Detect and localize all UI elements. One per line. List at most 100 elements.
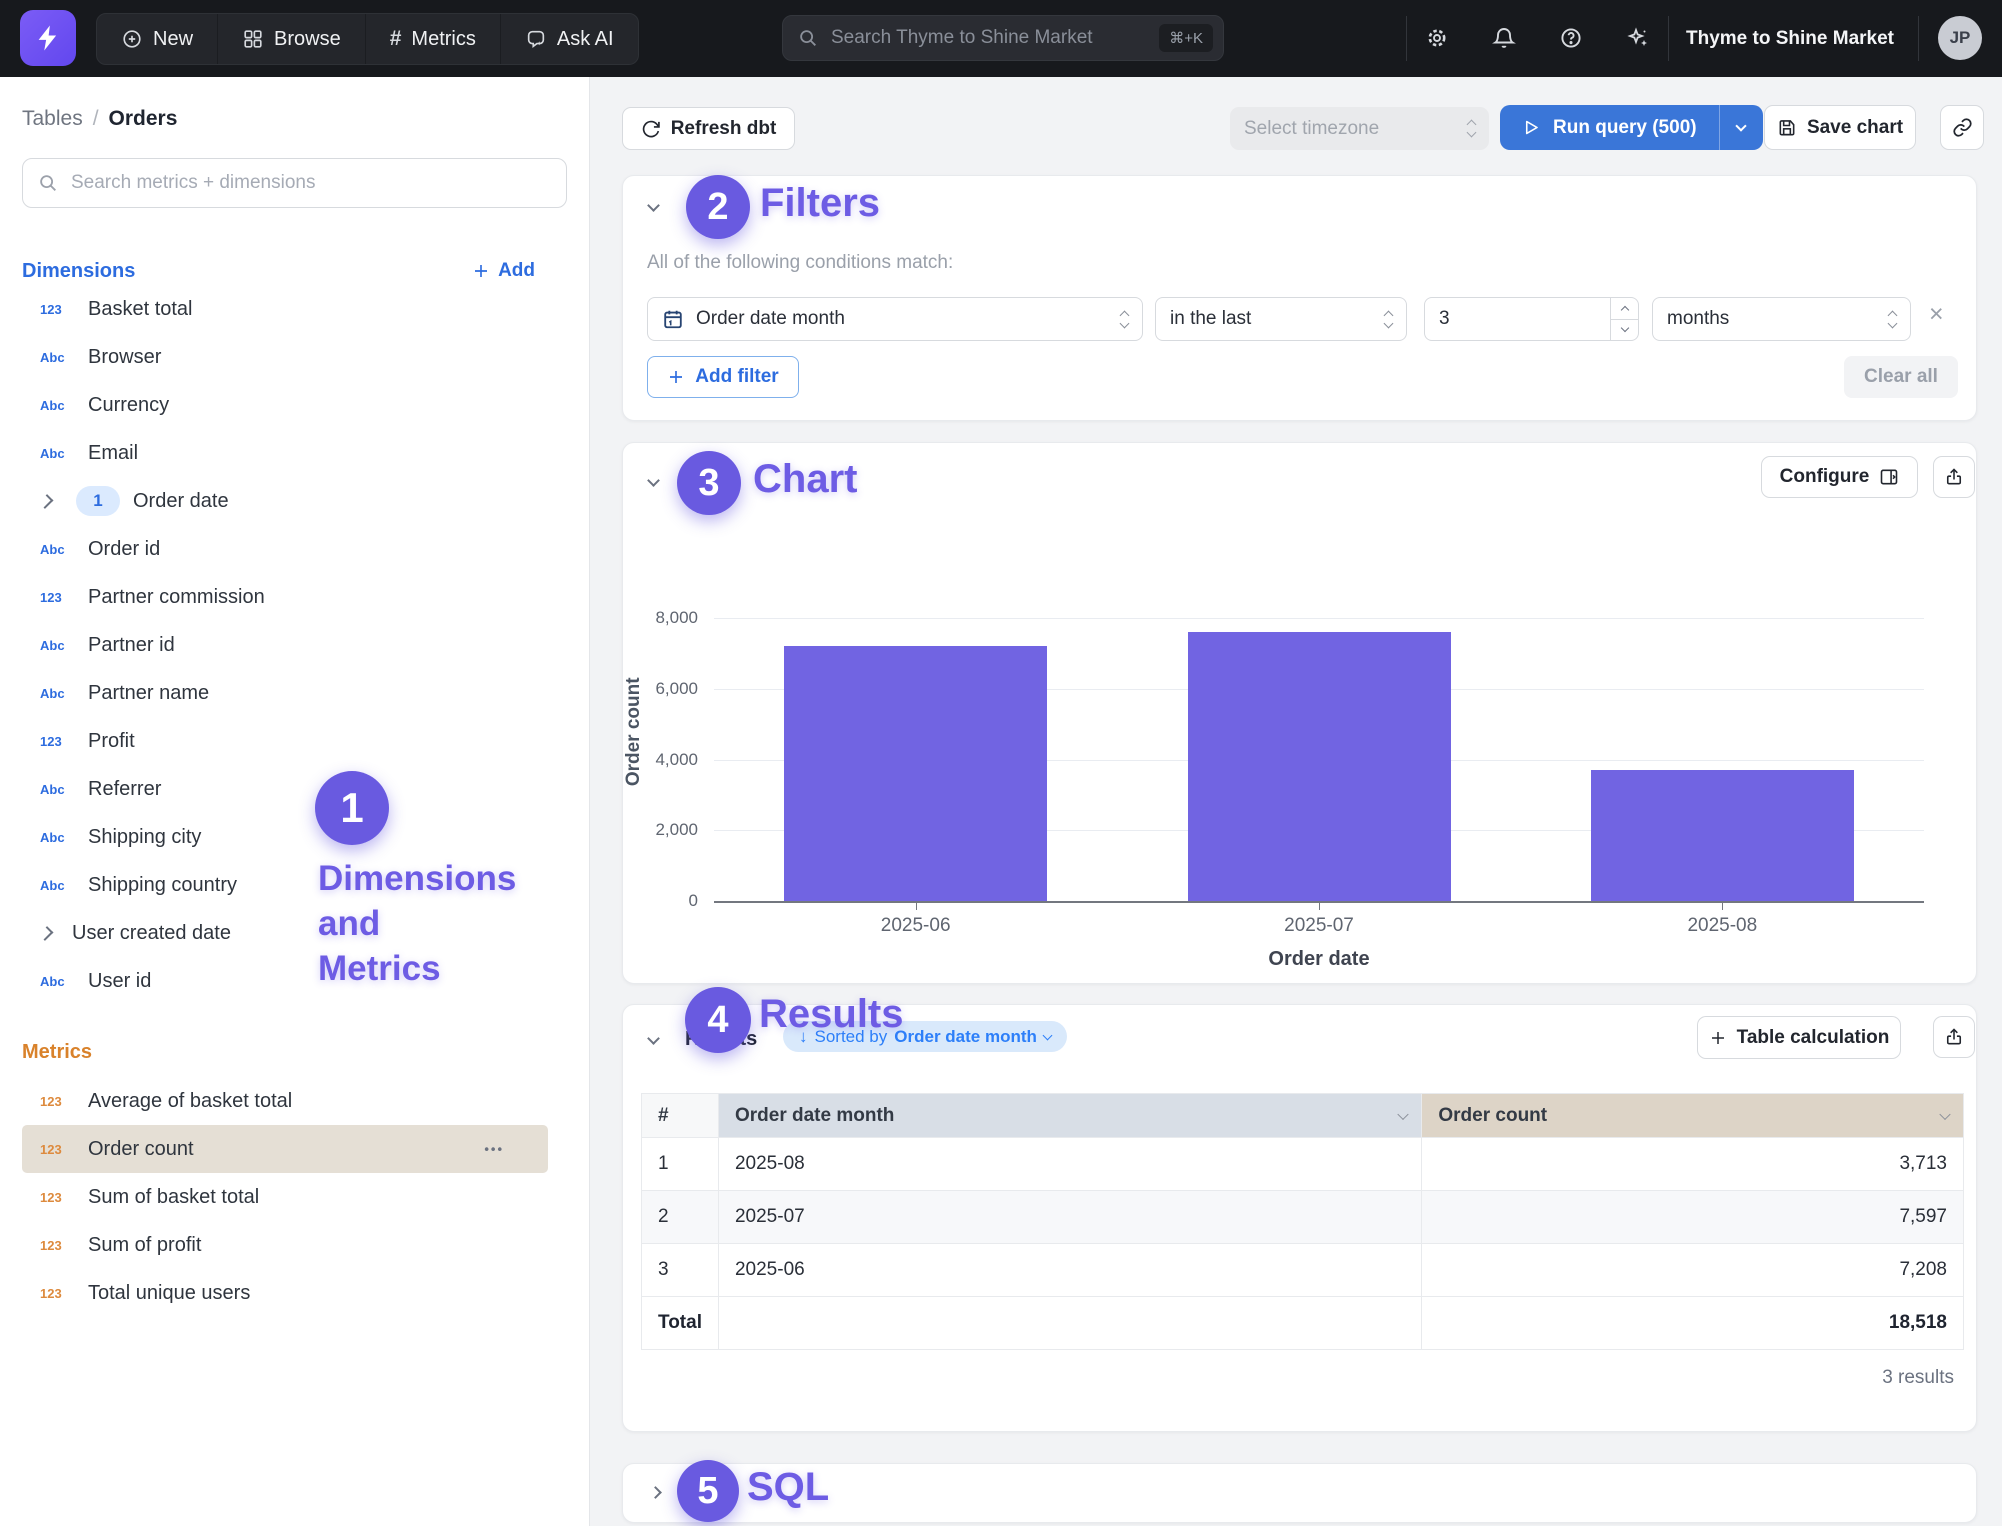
annotation-label-3: Chart [753, 457, 857, 502]
sidebar-item-partner-id[interactable]: Abc Partner id [22, 621, 567, 669]
chevron-right-icon[interactable] [39, 494, 54, 509]
breadcrumb-separator: / [93, 107, 99, 131]
help-icon[interactable] [1550, 17, 1592, 59]
results-table: # Order date month Order count 1 2025-08… [641, 1093, 1964, 1350]
annotation-label-2: Filters [760, 181, 880, 226]
string-type-icon: Abc [40, 350, 74, 365]
export-chart-button[interactable] [1933, 456, 1975, 498]
x-tick-label: 2025-08 [1662, 915, 1782, 937]
field-menu-dots-icon[interactable]: ••• [484, 1142, 504, 1157]
bar-2025-06[interactable] [784, 646, 1047, 901]
collapse-chevron-icon[interactable] [647, 199, 660, 212]
notifications-bell-icon[interactable] [1483, 17, 1525, 59]
ask-ai-label: Ask AI [557, 28, 614, 51]
sidebar-item-average-of-basket-total[interactable]: 123 Average of basket total [22, 1077, 567, 1125]
app-window: New Browse # Metrics Ask AI [0, 0, 2002, 1526]
annotation-circle-2: 2 [686, 175, 750, 239]
number-type-icon: 123 [40, 1286, 74, 1301]
number-type-icon: 123 [40, 1190, 74, 1205]
sidebar-item-order-count[interactable]: 123 Order count ••• [22, 1125, 548, 1173]
save-floppy-icon [1777, 118, 1797, 138]
export-results-button[interactable] [1933, 1016, 1975, 1058]
refresh-dbt-button[interactable]: Refresh dbt [622, 107, 795, 150]
number-type-icon: 123 [40, 1142, 74, 1157]
bar-2025-08[interactable] [1591, 770, 1854, 901]
filter-value-input[interactable]: 3 [1424, 297, 1639, 341]
x-tick-mark [1722, 903, 1723, 910]
sidebar-item-browser[interactable]: Abc Browser [22, 333, 567, 381]
remove-filter-icon[interactable]: × [1929, 302, 1944, 327]
table-row[interactable]: 3 2025-06 7,208 [642, 1244, 1964, 1297]
table-row[interactable]: 1 2025-08 3,713 [642, 1138, 1964, 1191]
sparkles-icon[interactable] [1617, 17, 1659, 59]
sidebar-item-order-id[interactable]: Abc Order id [22, 525, 567, 573]
run-query-dropdown-button[interactable] [1719, 105, 1763, 150]
clear-all-button[interactable]: Clear all [1844, 356, 1958, 398]
save-chart-button[interactable]: Save chart [1764, 105, 1916, 150]
collapse-chevron-icon[interactable] [647, 1032, 660, 1045]
string-type-icon: Abc [40, 446, 74, 461]
metrics-header: Metrics [22, 1039, 567, 1065]
filter-operator-select[interactable]: in the last [1155, 297, 1407, 341]
panel-icon [1879, 467, 1899, 487]
user-avatar[interactable]: JP [1938, 16, 1982, 60]
table-header-row: # Order date month Order count [642, 1094, 1964, 1138]
active-field-count-badge: 1 [76, 486, 120, 516]
filter-unit-select[interactable]: months [1652, 297, 1911, 341]
sidebar-item-partner-commission[interactable]: 123 Partner commission [22, 573, 567, 621]
chevron-right-icon[interactable] [39, 926, 54, 941]
sidebar-item-sum-of-basket-total[interactable]: 123 Sum of basket total [22, 1173, 567, 1221]
ask-ai-button[interactable]: Ask AI [500, 14, 638, 64]
add-filter-button[interactable]: Add filter [647, 356, 799, 398]
x-tick-mark [1319, 903, 1320, 910]
timezone-select[interactable]: Select timezone [1230, 107, 1489, 150]
collapse-chevron-icon[interactable] [647, 474, 660, 487]
total-label: Total [642, 1297, 719, 1350]
fields-search-input[interactable]: Search metrics + dimensions [22, 158, 567, 208]
breadcrumb-tables-link[interactable]: Tables [22, 107, 83, 131]
month-column-header[interactable]: Order date month [718, 1094, 1421, 1138]
expand-chevron-icon[interactable] [649, 1486, 662, 1499]
new-button[interactable]: New [97, 14, 217, 64]
sidebar-item-partner-name[interactable]: Abc Partner name [22, 669, 567, 717]
project-name[interactable]: Thyme to Shine Market [1686, 0, 1894, 77]
count-column-header[interactable]: Order count [1422, 1094, 1964, 1138]
sidebar-item-shipping-city[interactable]: Abc Shipping city [22, 813, 567, 861]
number-type-icon: 123 [40, 590, 74, 605]
settings-gear-icon[interactable] [1416, 17, 1458, 59]
add-dimension-button[interactable]: Add [472, 260, 535, 282]
table-calculation-button[interactable]: Table calculation [1697, 1016, 1901, 1059]
sidebar-item-basket-total[interactable]: 123 Basket total [22, 285, 567, 333]
metrics-button[interactable]: # Metrics [365, 14, 500, 64]
share-link-button[interactable] [1940, 105, 1984, 150]
bar-2025-07[interactable] [1188, 632, 1451, 901]
sidebar-item-order-date[interactable]: 1 Order date [22, 477, 567, 525]
select-chevrons-icon [1121, 312, 1128, 327]
filter-field-select[interactable]: Order date month [647, 297, 1143, 341]
stepper-up-button[interactable] [1611, 298, 1638, 319]
sidebar-item-referrer[interactable]: Abc Referrer [22, 765, 567, 813]
number-type-icon: 123 [40, 302, 74, 317]
metrics-heading: Metrics [22, 1041, 92, 1064]
select-chevrons-icon [1468, 121, 1475, 136]
table-row[interactable]: 2 2025-07 7,597 [642, 1191, 1964, 1244]
results-card: Results 4 Results ↓ Sorted by Order date… [622, 1004, 1977, 1432]
stepper-down-button[interactable] [1611, 319, 1638, 341]
x-tick-label: 2025-07 [1259, 915, 1379, 937]
index-column-header: # [642, 1094, 719, 1138]
sidebar-item-currency[interactable]: Abc Currency [22, 381, 567, 429]
share-export-icon [1944, 1027, 1964, 1047]
run-query-button[interactable]: Run query (500) [1500, 105, 1763, 150]
filters-card: Filters 2 Filters All of the following c… [622, 175, 1977, 421]
sidebar-item-email[interactable]: Abc Email [22, 429, 567, 477]
global-search-input[interactable]: Search Thyme to Shine Market ⌘+K [782, 15, 1224, 61]
chart-plot[interactable]: Order count Order date 02,0004,0006,0008… [714, 618, 1924, 901]
configure-button[interactable]: Configure [1761, 456, 1918, 498]
search-shortcut-badge: ⌘+K [1159, 24, 1213, 52]
browse-button[interactable]: Browse [217, 14, 365, 64]
chevron-down-icon [1735, 120, 1746, 131]
sidebar-item-profit[interactable]: 123 Profit [22, 717, 567, 765]
sidebar-item-sum-of-profit[interactable]: 123 Sum of profit [22, 1221, 567, 1269]
app-logo[interactable] [20, 10, 76, 66]
sidebar-item-total-unique-users[interactable]: 123 Total unique users [22, 1269, 567, 1317]
